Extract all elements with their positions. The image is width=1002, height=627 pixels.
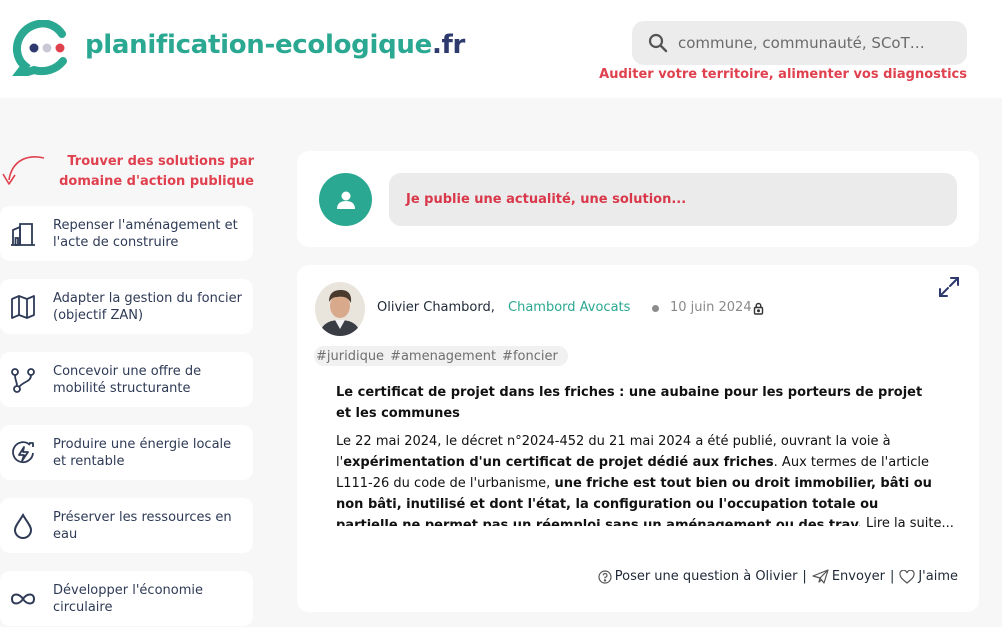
- post-composer: Je publie une actualité, une solution...: [297, 151, 979, 247]
- send-label: Envoyer: [831, 569, 885, 584]
- water-drop-icon: [0, 512, 46, 539]
- sidebar-item-amenagement[interactable]: Repenser l'aménagement et l'acte de cons…: [0, 206, 253, 261]
- tag-amenagement[interactable]: #amenagement: [390, 349, 496, 364]
- post-actions: Poser une question à Olivier | Envoyer |…: [598, 569, 958, 584]
- header-tagline[interactable]: Auditer votre territoire, alimenter vos …: [599, 67, 967, 82]
- lock-icon: [753, 302, 764, 315]
- author-name[interactable]: Olivier Chambord,: [377, 300, 495, 315]
- send-button[interactable]: Envoyer: [812, 569, 885, 584]
- action-separator: |: [802, 569, 807, 584]
- sidebar-item-label: Concevoir une offre de mobilité structur…: [53, 363, 202, 396]
- sidebar-item-label: Préserver les ressources en eau: [53, 509, 232, 542]
- tag-juridique[interactable]: #juridique: [316, 349, 384, 364]
- site-header: planification-ecologique.fr Auditer votr…: [0, 0, 1002, 98]
- sidebar-item-label: Produire une énergie locale et rentable: [53, 436, 232, 469]
- sidebar-item-label: Repenser l'aménagement et l'acte de cons…: [53, 217, 238, 250]
- search-input[interactable]: [678, 34, 938, 52]
- sidebar-item-label: Développer l'économie circulaire: [53, 582, 203, 615]
- sidebar-item-mobilite[interactable]: Concevoir une offre de mobilité structur…: [0, 352, 253, 407]
- heart-icon: [899, 569, 915, 584]
- map-icon: [0, 294, 46, 320]
- author-photo[interactable]: [315, 282, 365, 336]
- curved-arrow-icon: [2, 156, 45, 185]
- avatar[interactable]: [319, 173, 372, 226]
- search-box[interactable]: [632, 21, 967, 65]
- like-button[interactable]: J'aime: [899, 569, 958, 584]
- like-label: J'aime: [918, 569, 958, 584]
- expand-icon[interactable]: [937, 275, 961, 299]
- ask-question-button[interactable]: Poser une question à Olivier: [598, 569, 798, 584]
- sidebar-item-energie[interactable]: Produire une énergie locale et rentable: [0, 425, 253, 480]
- sidebar-prompt: Trouver des solutions par domaine d'acti…: [59, 154, 254, 189]
- route-icon: [0, 367, 46, 393]
- publish-button[interactable]: Je publie une actualité, une solution...: [389, 173, 957, 226]
- user-icon: [336, 191, 355, 209]
- sidebar-item-eau[interactable]: Préserver les ressources en eau: [0, 498, 253, 553]
- tag-foncier[interactable]: #foncier: [502, 349, 558, 364]
- author-organization[interactable]: Chambord Avocats: [508, 300, 630, 315]
- sidebar-item-economie-circulaire[interactable]: Développer l'économie circulaire: [0, 571, 253, 626]
- send-icon: [812, 569, 829, 584]
- post-tags: #juridique #amenagement #foncier: [314, 346, 568, 366]
- search-icon: [648, 33, 668, 53]
- brand-main: planification-ecologique: [85, 30, 432, 60]
- post-title: Le certificat de projet dans les friches…: [336, 385, 923, 421]
- brand-name[interactable]: planification-ecologique.fr: [85, 30, 465, 60]
- brand-tld: .fr: [431, 30, 466, 60]
- post-card: Olivier Chambord, Chambord Avocats 10 ju…: [297, 265, 979, 612]
- sidebar-item-label: Adapter la gestion du foncier (objectif …: [53, 290, 242, 323]
- logo-icon[interactable]: [12, 20, 72, 76]
- post-body: Le certificat de projet dans les friches…: [336, 382, 936, 526]
- post-date: 10 juin 2024: [670, 300, 752, 315]
- sidebar-item-foncier[interactable]: Adapter la gestion du foncier (objectif …: [0, 279, 253, 334]
- building-icon: [0, 221, 46, 247]
- energy-icon: [0, 440, 46, 466]
- infinity-icon: [0, 591, 46, 607]
- post-text: Le 22 mai 2024, le décret n°2024-452 du …: [336, 431, 936, 526]
- action-separator: |: [889, 569, 895, 584]
- question-icon: [598, 569, 612, 584]
- read-more-link[interactable]: Lire la suite...: [860, 516, 954, 531]
- separator-dot: [652, 305, 659, 312]
- post-text-bold: expérimentation d'un certificat de proje…: [343, 455, 774, 470]
- ask-question-label: Poser une question à Olivier: [614, 569, 798, 584]
